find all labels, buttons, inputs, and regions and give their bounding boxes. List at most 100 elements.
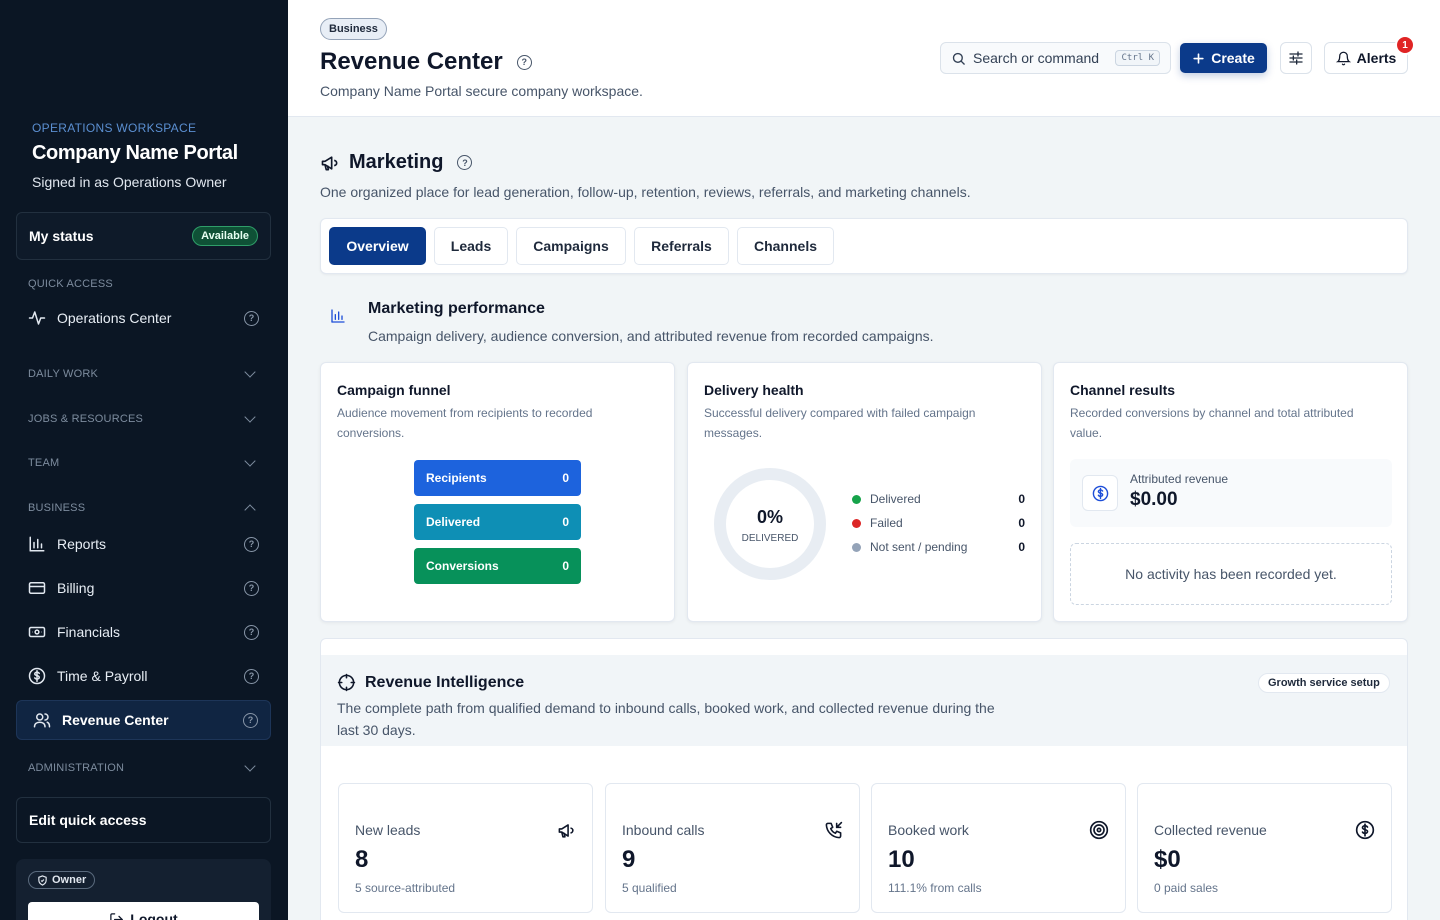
tab-leads[interactable]: Leads: [434, 227, 508, 265]
search-input[interactable]: Search or command Ctrl K: [940, 42, 1171, 74]
tab-overview[interactable]: Overview: [329, 227, 426, 265]
legend-dot: [852, 542, 861, 552]
kpi-note: 111.1% from calls: [888, 881, 982, 895]
legend-dot: [852, 518, 861, 528]
jobs-resources-section-toggle[interactable]: JOBS & RESOURCES: [28, 411, 260, 425]
logout-button[interactable]: Logout: [28, 902, 259, 920]
funnel-bar-conversions: Conversions 0: [414, 548, 581, 584]
kpi-label: New leads: [355, 822, 421, 838]
logout-label: Logout: [130, 911, 178, 920]
jobs-resources-heading: JOBS & RESOURCES: [28, 413, 144, 425]
ri-title-row: Revenue Intelligence: [337, 673, 524, 692]
sidebar-item-label: Revenue Center: [62, 712, 169, 728]
kpi-note: 0 paid sales: [1154, 881, 1219, 895]
card-title: Delivery health: [704, 382, 804, 398]
legend-label: Failed: [870, 516, 903, 530]
funnel-bar-value: 0: [562, 515, 569, 529]
help-icon[interactable]: ?: [244, 668, 259, 684]
page-header: Business Revenue Center ? Company Name P…: [288, 0, 1440, 117]
search-placeholder: Search or command: [973, 50, 1100, 66]
funnel-bar-recipients: Recipients 0: [414, 460, 581, 496]
search-icon: [951, 51, 966, 66]
attributed-revenue-label: Attributed revenue: [1130, 472, 1229, 486]
help-icon[interactable]: ?: [457, 155, 473, 170]
my-status-label: My status: [29, 228, 94, 244]
keyboard-shortcut: Ctrl K: [1115, 50, 1160, 66]
help-icon[interactable]: ?: [244, 536, 259, 552]
growth-setup-badge[interactable]: Growth service setup: [1258, 673, 1390, 693]
donut-percent-label: DELIVERED: [742, 533, 799, 544]
kpi-card-inbound-calls[interactable]: Inbound calls 9 5 qualified: [605, 783, 860, 913]
delivery-donut-chart: 0% DELIVERED: [714, 468, 826, 580]
funnel-bar-delivered: Delivered 0: [414, 504, 581, 540]
performance-subtitle: Campaign delivery, audience conversion, …: [368, 328, 934, 344]
team-heading: TEAM: [28, 457, 60, 469]
filter-settings-button[interactable]: [1280, 42, 1312, 74]
legend-value: 0: [1018, 492, 1025, 506]
sidebar-item-financials[interactable]: Financials ?: [16, 612, 271, 652]
sidebar-item-operations-center[interactable]: Operations Center ?: [16, 298, 271, 338]
bell-icon: [1335, 51, 1351, 66]
tab-referrals[interactable]: Referrals: [634, 227, 729, 265]
daily-work-section-toggle[interactable]: DAILY WORK: [28, 366, 260, 380]
signed-in-text: Signed in as Operations Owner: [32, 174, 227, 190]
target-icon: [1089, 820, 1109, 840]
alerts-count-badge: 1: [1395, 35, 1415, 55]
tab-channels[interactable]: Channels: [737, 227, 834, 265]
users-icon: [33, 711, 51, 729]
kpi-card-booked-work[interactable]: Booked work 10 111.1% from calls: [871, 783, 1126, 913]
help-icon[interactable]: ?: [244, 310, 259, 326]
sidebar-item-time-payroll[interactable]: Time & Payroll ?: [16, 656, 271, 696]
workspace-label: OPERATIONS WORKSPACE: [32, 121, 197, 135]
help-icon[interactable]: ?: [244, 580, 259, 596]
ri-title: Revenue Intelligence: [365, 673, 525, 691]
dollar-circle-icon: [1082, 475, 1118, 511]
delivery-health-card: Delivery health Successful delivery comp…: [687, 362, 1042, 622]
attributed-revenue-value: $0.00: [1130, 489, 1178, 510]
help-icon[interactable]: ?: [244, 624, 259, 640]
megaphone-icon: [320, 153, 340, 173]
dollar-circle-icon: [1355, 820, 1375, 840]
page-title-row: Revenue Center ?: [320, 48, 532, 76]
ri-subtitle: The complete path from qualified demand …: [337, 700, 995, 738]
kpi-value: 10: [888, 846, 915, 873]
activity-icon: [28, 309, 46, 327]
sidebar-item-reports[interactable]: Reports ?: [16, 524, 271, 564]
logout-icon: [109, 912, 124, 920]
campaign-funnel-card: Campaign funnel Audience movement from r…: [320, 362, 675, 622]
breadcrumb-badge[interactable]: Business: [320, 18, 387, 40]
team-section-toggle[interactable]: TEAM: [28, 455, 260, 469]
funnel-bar-value: 0: [562, 471, 569, 485]
funnel-bar-label: Recipients: [426, 471, 487, 485]
sidebar-item-billing[interactable]: Billing ?: [16, 568, 271, 608]
edit-quick-access-button[interactable]: Edit quick access: [16, 797, 271, 843]
donut-percent: 0%: [757, 507, 783, 527]
administration-section-toggle[interactable]: ADMINISTRATION: [28, 760, 260, 774]
card-subtitle: Audience movement from recipients to rec…: [337, 406, 593, 440]
chevron-down-icon: [244, 411, 256, 423]
attributed-revenue-panel: Attributed revenue $0.00: [1070, 459, 1392, 527]
sidebar-item-label: Billing: [57, 580, 95, 596]
alerts-label: Alerts: [1356, 50, 1397, 66]
create-button-label: Create: [1211, 50, 1255, 66]
cash-icon: [28, 623, 46, 641]
owner-badge: Owner: [28, 871, 96, 889]
daily-work-heading: DAILY WORK: [28, 368, 99, 380]
my-status-button[interactable]: My status Available: [16, 212, 271, 260]
kpi-label: Inbound calls: [622, 822, 705, 838]
sidebar-item-revenue-center[interactable]: Revenue Center ?: [16, 700, 271, 740]
shield-icon: [37, 874, 48, 886]
section-subtitle: One organized place for lead generation,…: [320, 184, 971, 200]
kpi-card-new-leads[interactable]: New leads 8 5 source-attributed: [338, 783, 593, 913]
section-title-row: Marketing ?: [320, 151, 473, 174]
chevron-down-icon: [244, 760, 256, 772]
kpi-card-collected-revenue[interactable]: Collected revenue $0 0 paid sales: [1137, 783, 1392, 913]
tab-campaigns[interactable]: Campaigns: [516, 227, 626, 265]
business-section-toggle[interactable]: BUSINESS: [28, 502, 260, 516]
help-icon[interactable]: ?: [243, 712, 258, 728]
funnel-bar-label: Conversions: [426, 559, 499, 573]
create-button[interactable]: Create: [1180, 43, 1267, 73]
legend-label: Not sent / pending: [870, 540, 968, 554]
help-icon[interactable]: ?: [516, 54, 532, 70]
workspace-name: Company Name Portal: [32, 142, 238, 164]
